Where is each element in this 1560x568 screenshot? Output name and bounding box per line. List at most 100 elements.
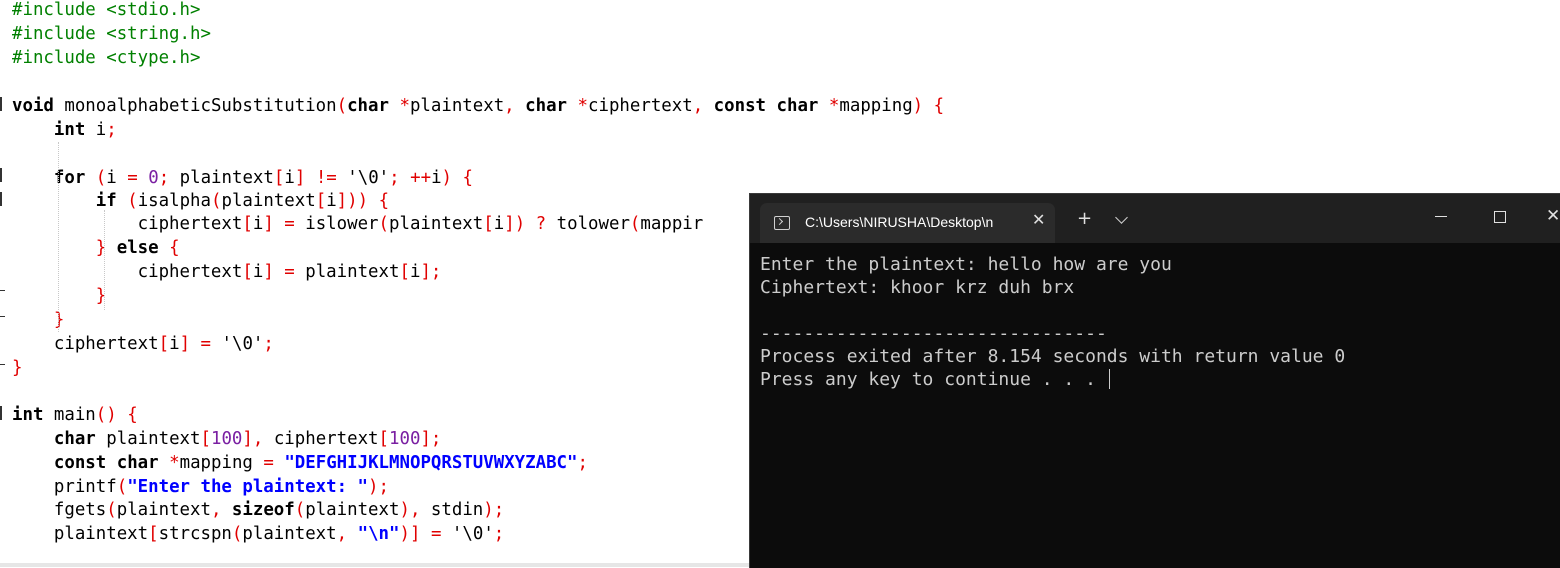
code-line[interactable]: const char *mapping = "DEFGHIJKLMNOPQRST…: [12, 451, 588, 475]
minimize-icon[interactable]: [1435, 216, 1447, 217]
code-token: void: [12, 96, 54, 116]
code-line[interactable]: }: [12, 284, 106, 308]
code-token: [: [399, 262, 410, 282]
code-line[interactable]: } else {: [12, 236, 180, 260]
code-token: int: [53, 120, 86, 140]
code-line[interactable]: }: [12, 356, 22, 380]
code-line[interactable]: ciphertext[i] = islower(plaintext[i]) ? …: [12, 212, 704, 236]
code-token: plaintext: [221, 191, 316, 211]
code-token: char: [347, 96, 389, 116]
tab-close-icon[interactable]: ✕: [1032, 210, 1045, 229]
code-line[interactable]: #include <ctype.h>: [12, 46, 200, 70]
code-token: ]: [179, 334, 191, 354]
code-line[interactable]: int main() {: [12, 403, 138, 427]
code-line[interactable]: for (i = 0; plaintext[i] != '\0'; ++i) {: [12, 166, 473, 190]
code-token: [: [483, 214, 494, 234]
maximize-icon[interactable]: [1494, 211, 1506, 223]
window-close-icon[interactable]: ✕: [1546, 206, 1560, 226]
code-token: isalpha: [137, 191, 211, 211]
code-token: =: [430, 524, 442, 544]
code-token: (: [378, 214, 390, 234]
new-tab-icon[interactable]: +: [1077, 208, 1092, 229]
code-token: i: [252, 214, 264, 234]
indent-guide: [104, 210, 105, 310]
code-token: ): [441, 168, 453, 188]
code-token: *: [399, 96, 410, 116]
terminal-output[interactable]: Enter the plaintext: hello how are you Ci…: [760, 253, 1345, 391]
code-token: =: [284, 262, 295, 282]
terminal-titlebar[interactable]: C:\Users\NIRUSHA\Desktop\n ✕ + ✕: [750, 194, 1560, 243]
code-token: ]: [263, 262, 274, 282]
code-line[interactable]: }: [12, 308, 64, 332]
code-token: i: [284, 168, 295, 188]
code-token: [: [200, 429, 211, 449]
code-token: 0: [148, 168, 159, 188]
fold-marker[interactable]: [0, 406, 4, 420]
code-token: ;: [430, 262, 442, 282]
code-line[interactable]: ciphertext[i] = '\0';: [12, 332, 274, 356]
code-line[interactable]: void monoalphabeticSubstitution(char *pl…: [12, 94, 944, 118]
code-token: (: [116, 477, 128, 497]
chevron-down-icon[interactable]: [1115, 211, 1128, 224]
code-token: #include <ctype.h>: [12, 48, 201, 68]
code-token: ]: [336, 191, 348, 211]
code-line[interactable]: if (isalpha(plaintext[i])) {: [12, 189, 389, 213]
code-token: {: [933, 96, 945, 116]
code-line[interactable]: #include <string.h>: [12, 22, 211, 46]
code-token: ,: [252, 429, 264, 449]
terminal-line: Ciphertext: khoor krz duh brx: [760, 276, 1345, 299]
code-line[interactable]: fgets(plaintext, sizeof(plaintext), stdi…: [12, 498, 504, 522]
code-token: (: [95, 168, 107, 188]
terminal-tab[interactable]: C:\Users\NIRUSHA\Desktop\n ✕: [760, 203, 1055, 243]
code-token: islower: [294, 214, 379, 234]
code-token: (: [127, 191, 138, 211]
code-line[interactable]: char plaintext[100], ciphertext[100];: [12, 427, 442, 451]
code-line[interactable]: int i;: [12, 118, 117, 142]
editor-scrollbar[interactable]: [0, 563, 750, 567]
terminal-line: Press any key to continue . . .: [760, 368, 1345, 391]
code-token: if: [95, 191, 117, 211]
code-token: ]: [294, 168, 306, 188]
code-token: [: [242, 214, 253, 234]
code-token: plaintext: [242, 524, 337, 544]
code-line[interactable]: #include <stdio.h>: [12, 0, 200, 22]
code-token: char: [525, 96, 568, 116]
fold-marker[interactable]: [0, 168, 4, 182]
code-token: ;: [263, 334, 274, 354]
code-token: (: [294, 500, 306, 520]
code-token: mapping: [839, 96, 913, 116]
text-cursor: [1108, 369, 1110, 389]
terminal-window[interactable]: C:\Users\NIRUSHA\Desktop\n ✕ + ✕ Enter t…: [749, 193, 1560, 568]
code-token: ++: [410, 168, 432, 188]
code-line[interactable]: plaintext[strcspn(plaintext, "\n")] = '\…: [12, 522, 504, 546]
fold-marker[interactable]: [0, 97, 4, 111]
code-token: 100: [210, 429, 243, 449]
fold-marker[interactable]: [0, 192, 4, 206]
code-line[interactable]: printf("Enter the plaintext: ");: [12, 475, 389, 499]
code-token: i: [493, 214, 505, 234]
code-token: ;: [430, 429, 442, 449]
code-token: ciphertext: [588, 96, 693, 116]
terminal-line-text: Press any key to continue . . .: [760, 369, 1107, 390]
code-token: ;: [158, 168, 170, 188]
code-token: (: [231, 524, 243, 544]
code-token: ;: [378, 477, 389, 497]
code-token: [: [273, 168, 285, 188]
code-token: plaintext: [294, 262, 400, 282]
code-token: {: [378, 191, 390, 211]
code-line[interactable]: ciphertext[i] = plaintext[i];: [12, 260, 442, 284]
